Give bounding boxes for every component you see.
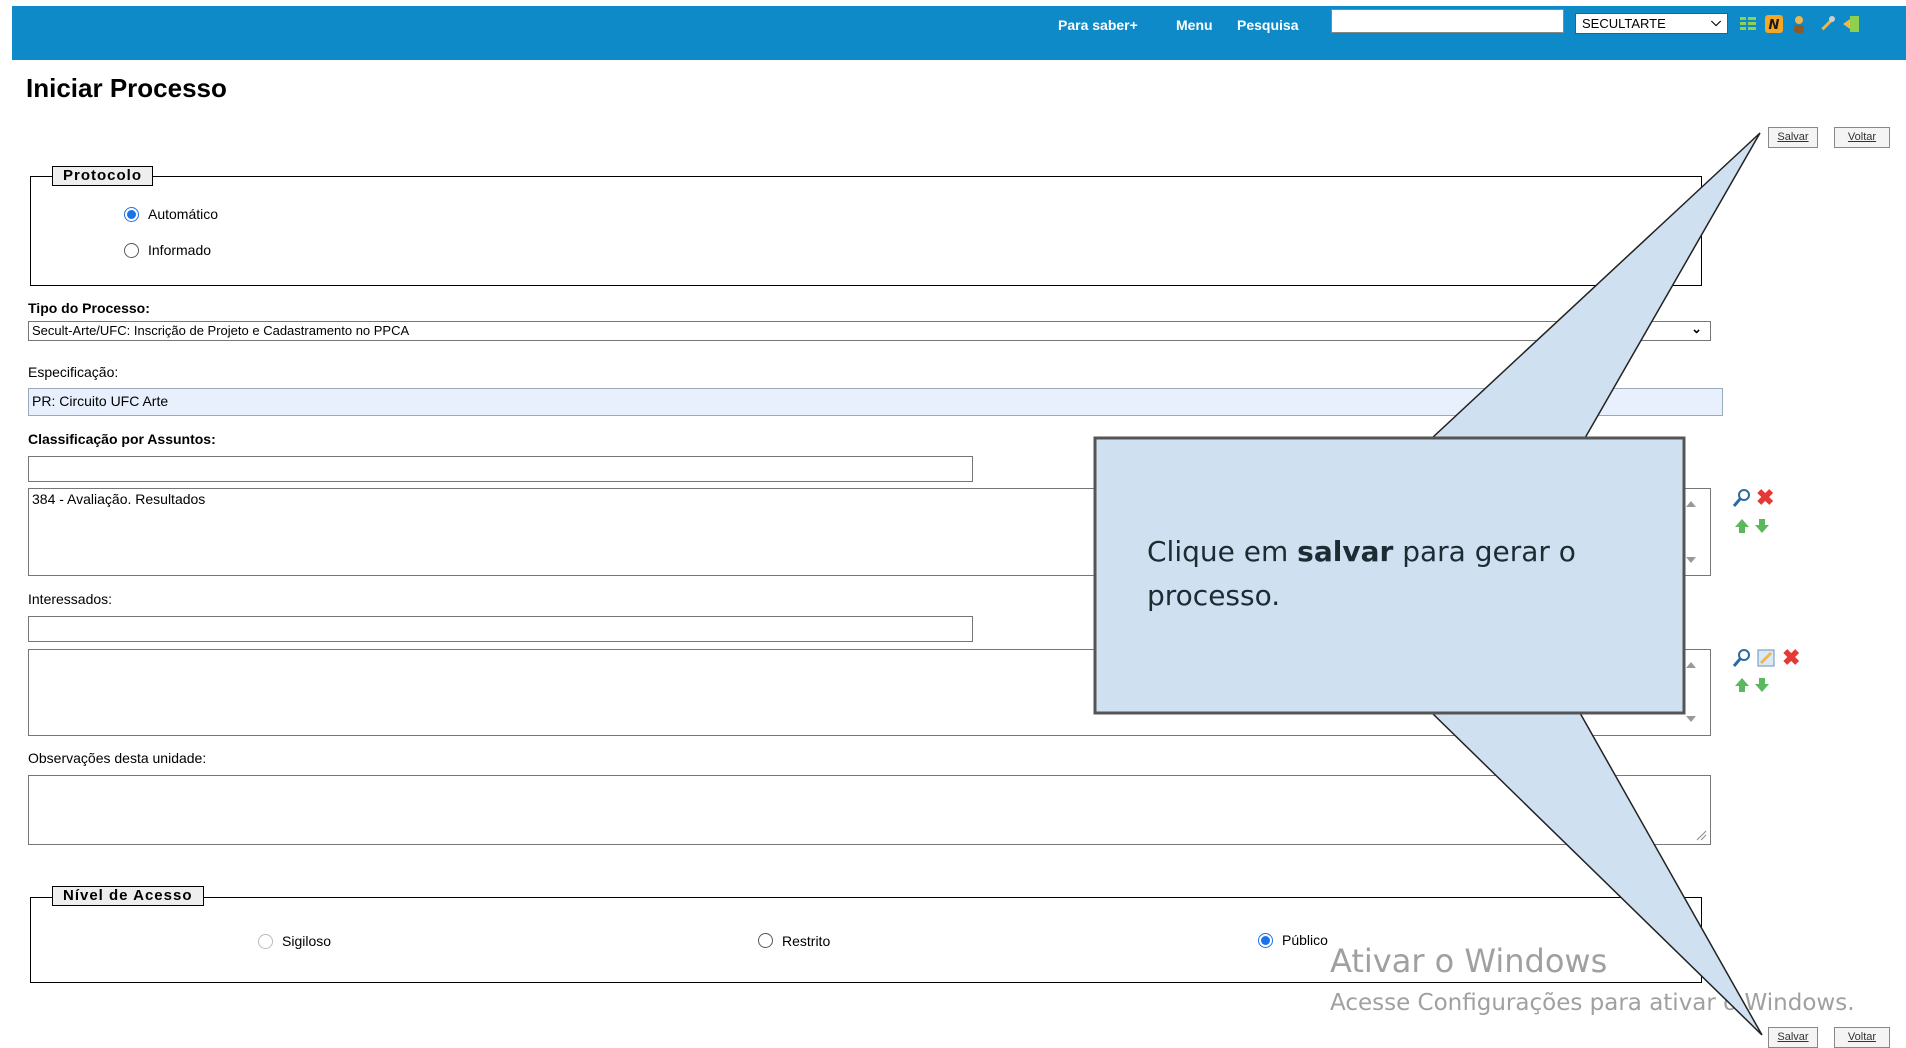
callout-bubble (1093, 132, 1763, 1036)
callout-text-part: Clique em (1147, 535, 1298, 568)
callout-text-bold: salvar (1297, 535, 1394, 568)
callout-text: Clique em salvar para gerar o processo. (1147, 530, 1667, 618)
